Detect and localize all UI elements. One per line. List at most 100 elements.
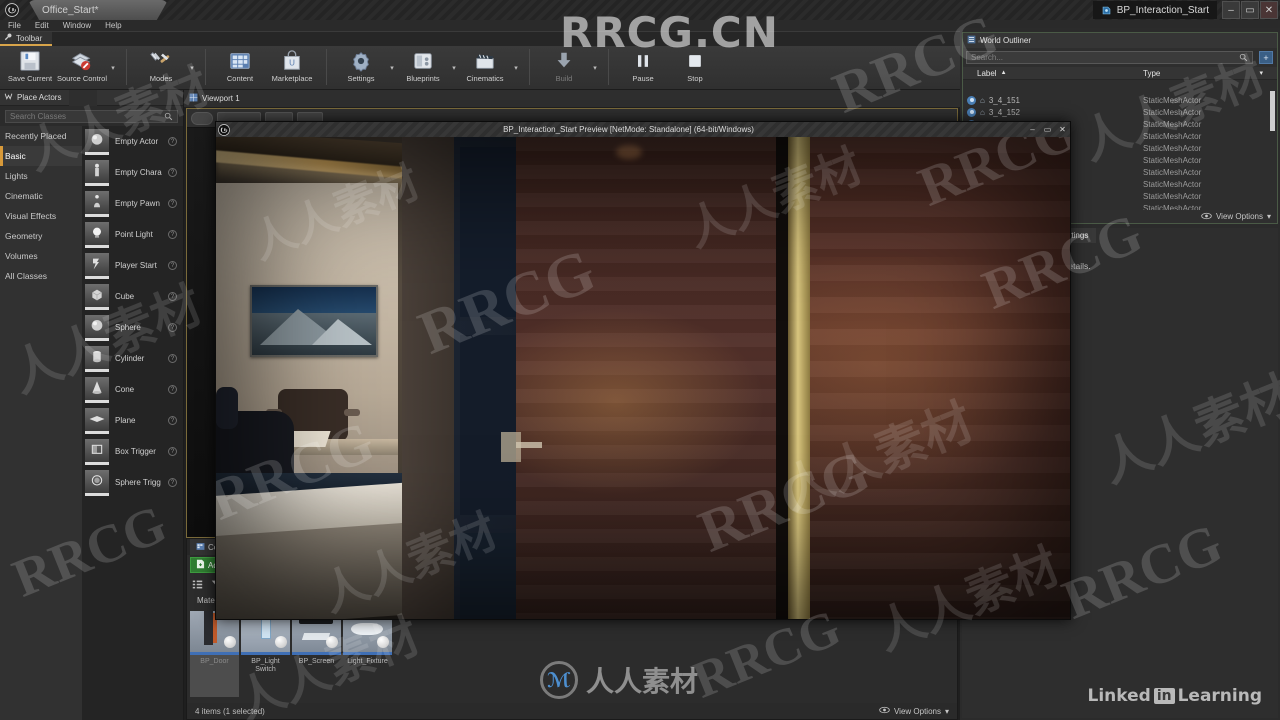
minimize-button[interactable]: –	[1222, 1, 1240, 19]
sidebar-item-visual-effects[interactable]: Visual Effects	[0, 206, 82, 226]
list-item[interactable]: Sphere ?	[82, 312, 183, 343]
close-button[interactable]: ✕	[1260, 1, 1278, 19]
preview-title: BP_Interaction_Start Preview [NetMode: S…	[503, 125, 754, 134]
cinematics-dropdown-arrow[interactable]: ▾	[511, 46, 521, 90]
toolbar-separator	[126, 49, 127, 85]
pause-label: Pause	[632, 74, 654, 83]
list-item[interactable]: Point Light ?	[82, 219, 183, 250]
table-row[interactable]: ⌂ 3_4_151 StaticMeshActor	[963, 94, 1277, 106]
asset-tile[interactable]: BP_Screen	[292, 611, 341, 697]
list-item[interactable]: Sphere Trigg ?	[82, 467, 183, 498]
list-item[interactable]: Cylinder ?	[82, 343, 183, 374]
sidebar-item-lights[interactable]: Lights	[0, 166, 82, 186]
active-blueprint-label: BP_Interaction_Start	[1116, 4, 1209, 16]
window-controls: – ▭ ✕	[1221, 1, 1278, 19]
add-actor-icon[interactable]: +	[1259, 51, 1273, 64]
outliner-scrollbar[interactable]	[1270, 91, 1275, 131]
world-outliner-tab[interactable]: World Outliner	[963, 33, 1277, 48]
settings-button[interactable]: Settings	[335, 46, 387, 90]
help-icon[interactable]: ?	[168, 230, 177, 239]
help-icon[interactable]: ?	[168, 385, 177, 394]
list-item-label: Empty Pawn	[115, 199, 160, 208]
player-start-thumb-icon	[85, 252, 109, 279]
help-icon[interactable]: ?	[168, 292, 177, 301]
content-browser-view-options[interactable]: View Options ▾	[879, 706, 949, 716]
list-item[interactable]: Plane ?	[82, 405, 183, 436]
settings-dropdown-arrow[interactable]: ▾	[387, 46, 397, 90]
list-item[interactable]: Cone ?	[82, 374, 183, 405]
column-header-type[interactable]: Type	[1143, 69, 1160, 78]
help-icon[interactable]: ?	[168, 323, 177, 332]
marketplace-button[interactable]: U Marketplace	[266, 46, 318, 90]
help-icon[interactable]: ?	[168, 447, 177, 456]
active-blueprint-tab[interactable]: BP_Interaction_Start	[1092, 1, 1217, 19]
menu-file[interactable]: File	[8, 21, 21, 30]
project-tab[interactable]: Office_Start*	[28, 0, 168, 20]
list-item[interactable]: Empty Pawn ?	[82, 188, 183, 219]
column-header-label[interactable]: Label ▲	[963, 69, 1143, 78]
place-actors-tab[interactable]: Place Actors	[0, 89, 183, 106]
preview-minimize-button[interactable]: –	[1025, 123, 1040, 136]
preview-maximize-button[interactable]: ▭	[1040, 123, 1055, 136]
source-control-button[interactable]: Source Control	[56, 46, 108, 90]
viewport-options-button[interactable]	[191, 111, 213, 125]
sidebar-item-basic[interactable]: Basic	[0, 146, 82, 166]
outliner-search-input[interactable]	[971, 53, 1239, 62]
content-button[interactable]: Content	[214, 46, 266, 90]
content-browser-icon	[196, 542, 205, 553]
search-classes-input[interactable]	[10, 112, 164, 121]
blueprint-badge-icon	[377, 636, 389, 648]
sidebar-item-recently-placed[interactable]: Recently Placed	[0, 126, 82, 146]
sidebar-item-all-classes[interactable]: All Classes	[0, 266, 82, 286]
eye-icon	[879, 706, 890, 716]
help-icon[interactable]: ?	[168, 261, 177, 270]
outliner-view-options[interactable]: View Options ▾	[1201, 212, 1271, 222]
preview-close-button[interactable]: ✕	[1055, 123, 1070, 136]
list-item[interactable]: Box Trigger ?	[82, 436, 183, 467]
visibility-icon[interactable]	[967, 107, 976, 117]
viewport-icon	[189, 93, 198, 104]
preview-game-render[interactable]: RRCG 人人素材 人人素材 RRCG 人人素材 RRCG 人人素材 RRCG	[216, 137, 1070, 619]
help-icon[interactable]: ?	[168, 199, 177, 208]
help-icon[interactable]: ?	[168, 137, 177, 146]
blueprints-dropdown-arrow[interactable]: ▾	[449, 46, 459, 90]
asset-tile[interactable]: BP_Light Switch	[241, 611, 290, 697]
viewport-tab[interactable]: Viewport 1	[184, 90, 960, 107]
list-item[interactable]: Empty Chara ?	[82, 157, 183, 188]
menu-edit[interactable]: Edit	[35, 21, 49, 30]
plane-thumb-icon	[85, 407, 109, 434]
asset-tile[interactable]: BP_Door	[190, 611, 239, 697]
table-row[interactable]: ⌂ 3_4_152 StaticMeshActor	[963, 106, 1277, 118]
menu-window[interactable]: Window	[63, 21, 91, 30]
sidebar-item-volumes[interactable]: Volumes	[0, 246, 82, 266]
list-item[interactable]: Cube ?	[82, 281, 183, 312]
source-control-dropdown-arrow[interactable]: ▾	[108, 46, 118, 90]
world-outliner-tab-label: World Outliner	[980, 36, 1031, 45]
place-actors-search[interactable]	[5, 110, 178, 123]
view-list-icon[interactable]	[191, 578, 204, 591]
sidebar-item-cinematic[interactable]: Cinematic	[0, 186, 82, 206]
actor-type: StaticMeshActor	[1143, 167, 1202, 177]
modes-button[interactable]: Modes	[135, 46, 187, 90]
toolbar-tab[interactable]: Toolbar	[0, 32, 53, 46]
cinematics-button[interactable]: Cinematics	[459, 46, 511, 90]
outliner-search[interactable]	[966, 51, 1253, 64]
place-actors-icon	[4, 92, 13, 103]
sidebar-item-geometry[interactable]: Geometry	[0, 226, 82, 246]
help-icon[interactable]: ?	[168, 478, 177, 487]
list-item[interactable]: Player Start ?	[82, 250, 183, 281]
chevron-down-icon[interactable]: ▾	[1259, 69, 1263, 77]
menu-help[interactable]: Help	[105, 21, 121, 30]
view-options-label: View Options	[1215, 212, 1263, 221]
list-item[interactable]: Empty Actor ?	[82, 126, 183, 157]
pie-preview-window[interactable]: BP_Interaction_Start Preview [NetMode: S…	[215, 121, 1071, 620]
modes-dropdown-arrow[interactable]: ▾	[187, 46, 197, 90]
help-icon[interactable]: ?	[168, 416, 177, 425]
help-icon[interactable]: ?	[168, 354, 177, 363]
save-current-button[interactable]: Save Current	[4, 46, 56, 90]
help-icon[interactable]: ?	[168, 168, 177, 177]
blueprints-button[interactable]: Blueprints	[397, 46, 449, 90]
visibility-icon[interactable]	[967, 95, 976, 105]
maximize-button[interactable]: ▭	[1241, 1, 1259, 19]
asset-tile[interactable]: Light_Fixture	[343, 611, 392, 697]
